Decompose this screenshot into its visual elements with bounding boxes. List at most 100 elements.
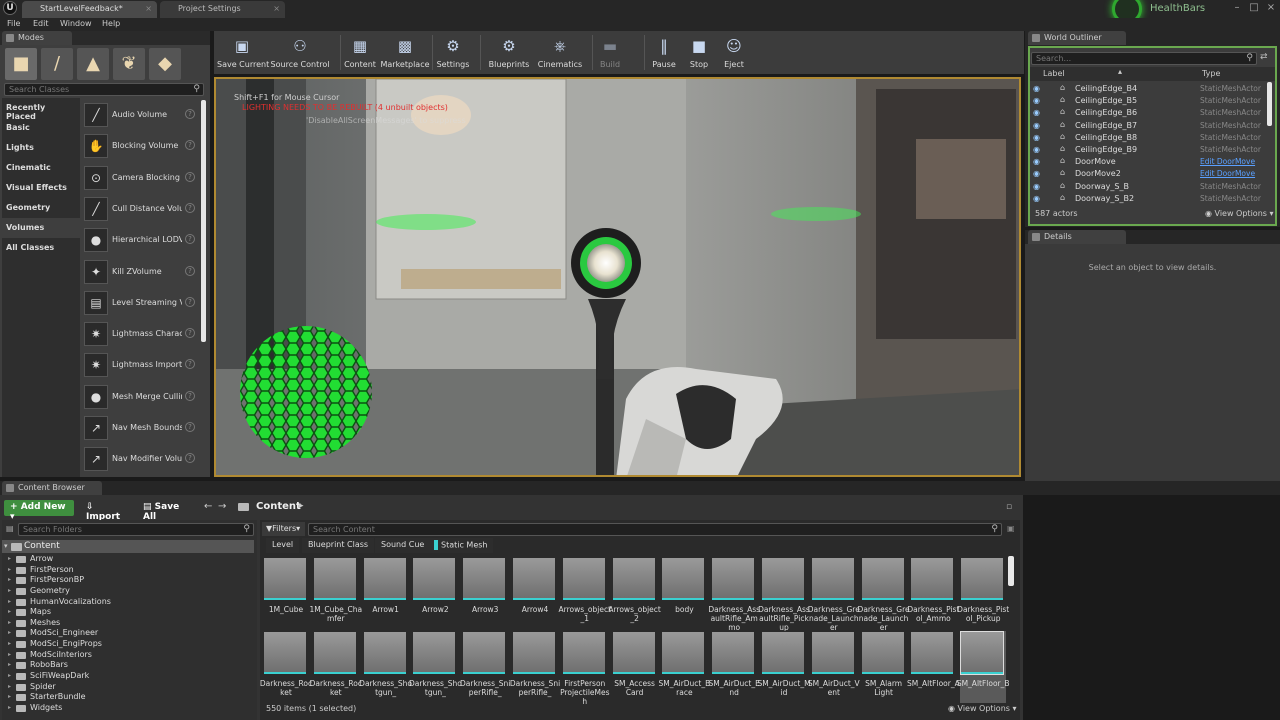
- help-icon[interactable]: ?: [185, 171, 195, 182]
- volume-item[interactable]: ↗ Nav Mesh Bounds Volume?: [84, 413, 202, 444]
- category-1[interactable]: Basic: [2, 118, 80, 138]
- expand-arrow-icon[interactable]: ▸: [8, 672, 11, 679]
- menu-help[interactable]: Help: [102, 19, 120, 28]
- path-breadcrumb[interactable]: Content: [256, 501, 301, 512]
- help-icon[interactable]: ?: [185, 453, 195, 464]
- forward-arrow-icon[interactable]: →: [218, 501, 226, 512]
- outliner-tab[interactable]: World Outliner: [1028, 31, 1126, 45]
- content-button[interactable]: ▦ Content: [342, 33, 378, 72]
- outliner-row[interactable]: ◉ ⌂ CeilingEdge_B6 StaticMeshActor: [1030, 107, 1273, 119]
- actor-type[interactable]: Edit DoorMove: [1200, 169, 1255, 178]
- asset-tile[interactable]: Darkness_Rocket: [260, 631, 312, 703]
- close-icon[interactable]: ×: [145, 4, 152, 13]
- visibility-eye-icon[interactable]: ◉: [1033, 96, 1041, 105]
- asset-tile[interactable]: Darkness_Shotgun_: [409, 631, 462, 703]
- content-browser-tab[interactable]: Content Browser: [2, 481, 102, 495]
- outliner-row[interactable]: ◉ ⌂ CeilingEdge_B5 StaticMeshActor: [1030, 95, 1273, 107]
- visibility-eye-icon[interactable]: ◉: [1033, 108, 1041, 117]
- volume-item[interactable]: ✋ Blocking Volume?: [84, 131, 202, 162]
- folder-item[interactable]: ▸ ModSciInteriors: [8, 650, 248, 661]
- folder-item[interactable]: ▸ SciFiWeapDark: [8, 671, 248, 682]
- marketplace-button[interactable]: ▩ Marketplace: [380, 33, 430, 72]
- asset-tile[interactable]: body: [661, 557, 707, 629]
- help-icon[interactable]: ?: [185, 202, 195, 213]
- tree-toggle-icon[interactable]: ▤: [6, 524, 14, 533]
- class-search-input[interactable]: Search Classes ⚲: [4, 83, 204, 96]
- asset-tile[interactable]: Darkness_Rocket: [310, 631, 362, 703]
- filters-button[interactable]: ▼Filters▾: [262, 522, 305, 536]
- type-column[interactable]: Type: [1202, 69, 1220, 78]
- label-column[interactable]: Label: [1043, 69, 1065, 78]
- filter-chip[interactable]: Level: [266, 538, 300, 553]
- outliner-row[interactable]: ◉ ⌂ CeilingEdge_B4 StaticMeshActor: [1030, 83, 1273, 95]
- source-control-button[interactable]: ⚇ Source Control: [270, 33, 330, 72]
- visibility-eye-icon[interactable]: ◉: [1033, 121, 1041, 130]
- asset-tile[interactable]: 1M_Cube_Chamfer: [309, 557, 362, 629]
- folder-item[interactable]: ▸ RoboBars: [8, 660, 248, 671]
- help-icon[interactable]: ?: [185, 328, 195, 339]
- folder-item[interactable]: ▸ Arrow: [8, 554, 248, 565]
- visibility-eye-icon[interactable]: ◉: [1033, 169, 1041, 178]
- help-icon[interactable]: ?: [185, 140, 195, 151]
- folder-item[interactable]: ▸ ModSci_Engineer: [8, 628, 248, 639]
- filter-chip[interactable]: Static Mesh: [428, 538, 494, 553]
- help-icon[interactable]: ?: [185, 359, 195, 370]
- lock-icon[interactable]: ▫: [1006, 502, 1012, 512]
- expand-arrow-icon[interactable]: ▸: [8, 693, 11, 700]
- back-arrow-icon[interactable]: ←: [204, 501, 212, 512]
- asset-tile[interactable]: Arrows_object_1: [559, 557, 611, 629]
- cinematics-button[interactable]: ⎈ Cinematics: [537, 33, 583, 72]
- asset-scrollbar[interactable]: [1008, 556, 1014, 586]
- asset-tile[interactable]: Darkness_SniperRifle_: [460, 631, 510, 703]
- folder-item[interactable]: ▸ FirstPersonBP: [8, 575, 248, 586]
- asset-tile[interactable]: Darkness_SniperRifle_: [510, 631, 560, 703]
- expand-arrow-icon[interactable]: ▸: [8, 661, 11, 668]
- expand-arrow-icon[interactable]: ▸: [8, 629, 11, 636]
- build-button[interactable]: ▬ Build: [594, 33, 626, 72]
- help-icon[interactable]: ?: [185, 234, 195, 245]
- visibility-eye-icon[interactable]: ◉: [1033, 133, 1041, 142]
- import-button[interactable]: ⇩ Import: [80, 500, 132, 522]
- asset-tile[interactable]: Darkness_AssaultRifle_Pickup: [758, 557, 810, 632]
- expand-arrow-icon[interactable]: ▸: [8, 598, 11, 605]
- content-view-options[interactable]: ◉ View Options ▾: [948, 704, 1017, 713]
- volume-item[interactable]: ▤ Level Streaming Volume?: [84, 288, 202, 319]
- expand-arrow-icon[interactable]: ▾: [4, 542, 8, 550]
- expand-arrow-icon[interactable]: ▸: [8, 555, 11, 562]
- minimize-button[interactable]: –: [1230, 2, 1244, 14]
- settings-button[interactable]: ⚙ Settings: [434, 33, 472, 72]
- help-icon[interactable]: ?: [185, 265, 195, 276]
- expand-arrow-icon[interactable]: ▸: [8, 576, 11, 583]
- category-2[interactable]: Lights: [2, 138, 80, 158]
- expand-arrow-icon[interactable]: ▸: [8, 566, 11, 573]
- outliner-row[interactable]: ◉ ⌂ CeilingEdge_B7 StaticMeshActor: [1030, 120, 1273, 132]
- volume-item[interactable]: ● Mesh Merge Culling Volume?: [84, 382, 202, 413]
- level-viewport[interactable]: Shift+F1 for Mouse Cursor LIGHTING NEEDS…: [214, 77, 1021, 477]
- expand-arrow-icon[interactable]: ▸: [8, 704, 11, 711]
- volume-item[interactable]: ● Hierarchical LODVolume?: [84, 225, 202, 256]
- close-window-button[interactable]: ×: [1264, 2, 1278, 14]
- outliner-view-options[interactable]: ◉ View Options ▾: [1205, 209, 1274, 218]
- folder-item[interactable]: ▸ ModSci_EngiProps: [8, 639, 248, 650]
- asset-tile[interactable]: Darkness_Pistol_Pickup: [957, 557, 1009, 629]
- modes-tab[interactable]: Modes: [2, 31, 72, 45]
- chevron-right-icon[interactable]: ▸: [299, 501, 304, 511]
- volumes-scrollbar[interactable]: [201, 100, 206, 342]
- volume-item[interactable]: ╱ Audio Volume?: [84, 100, 202, 131]
- asset-tile[interactable]: SM_AltFloor_B: [957, 631, 1010, 703]
- category-7[interactable]: All Classes: [2, 238, 80, 258]
- outliner-row[interactable]: ◉ ⌂ Doorway_S_B2 StaticMeshActor: [1030, 193, 1273, 205]
- category-6[interactable]: Volumes: [2, 218, 80, 238]
- volume-item[interactable]: ✦ Kill ZVolume?: [84, 257, 202, 288]
- expand-arrow-icon[interactable]: ▸: [8, 683, 11, 690]
- volume-item[interactable]: ⊙ Camera Blocking Volume?: [84, 163, 202, 194]
- outliner-search-input[interactable]: Search... ⚲: [1031, 52, 1257, 65]
- visibility-eye-icon[interactable]: ◉: [1033, 157, 1041, 166]
- asset-tile[interactable]: SM_AirDuct_Mid: [757, 631, 811, 703]
- category-3[interactable]: Cinematic: [2, 158, 80, 178]
- help-icon[interactable]: ?: [185, 296, 195, 307]
- folder-search-input[interactable]: Search Folders ⚲: [18, 523, 254, 536]
- details-tab[interactable]: Details: [1028, 230, 1126, 244]
- tab-level[interactable]: StartLevelFeedback* ×: [22, 1, 157, 18]
- filter-chip[interactable]: Blueprint Class: [302, 538, 375, 553]
